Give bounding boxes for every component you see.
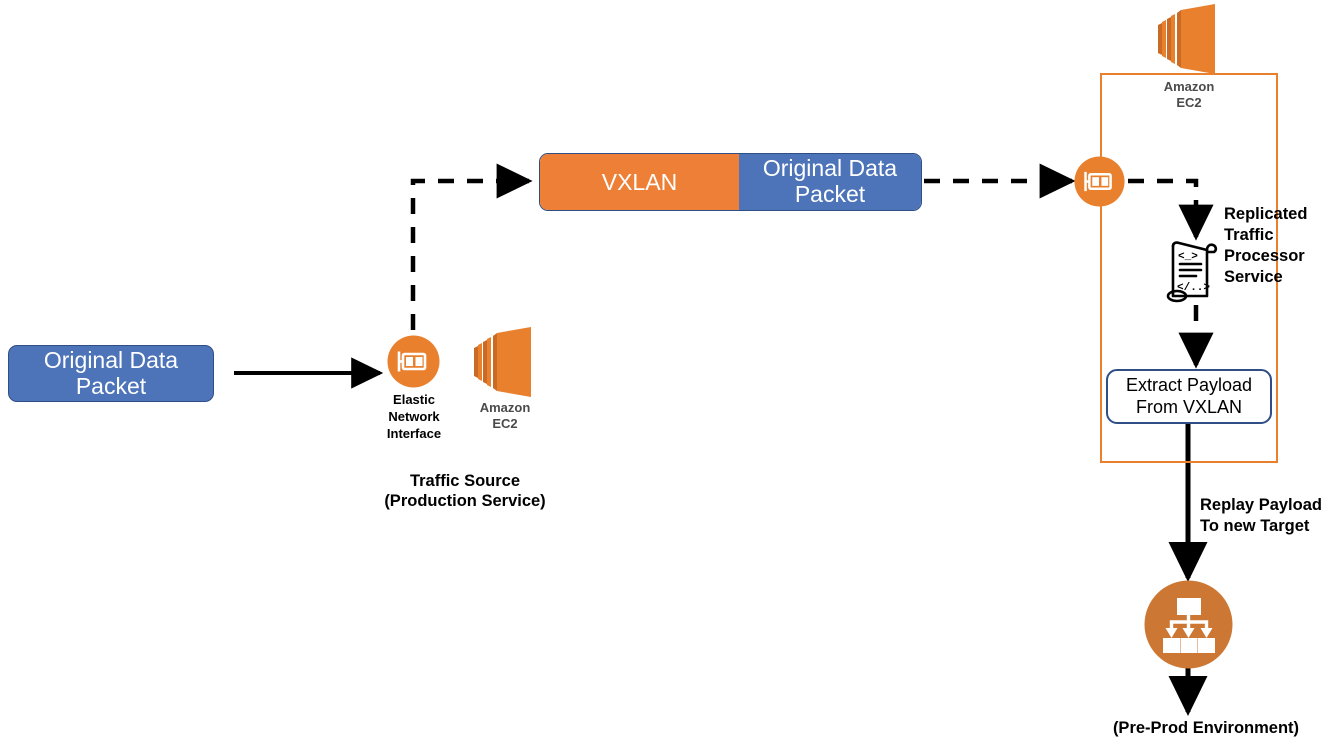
processor-service-group: <_> </..> [1163, 238, 1225, 306]
processor-label-line-1: Replicated [1224, 205, 1308, 223]
replay-label-line-2: To new Target [1200, 517, 1310, 536]
extract-payload-text: Extract Payload From VXLAN [1126, 375, 1252, 417]
amazon-ec2-icon [474, 327, 531, 397]
vxlan-payload-text: Original Data Packet [762, 155, 898, 208]
svg-text:</..>: </..> [1177, 282, 1210, 294]
extract-line-2: From VXLAN [1135, 396, 1243, 417]
vxlan-label: VXLAN [601, 168, 678, 195]
traffic-source-label: Traffic Source (Production Service) [345, 472, 585, 512]
traffic-source-line-2: (Production Service) [384, 491, 546, 510]
amazon-ec2-icon [1158, 4, 1215, 74]
eni-target-group [1073, 155, 1126, 208]
preprod-environment-caption: (Pre-Prod Environment) [1078, 719, 1334, 739]
load-distribution-icon [1144, 580, 1233, 669]
packet-line-1: Original Data [43, 346, 179, 373]
replay-payload-label: Replay Payload To new Target [1200, 495, 1334, 538]
processor-service-label: Replicated Traffic Processor Service [1224, 204, 1334, 288]
vxlan-header-segment: VXLAN [540, 154, 739, 210]
packet-line-2: Packet [75, 372, 147, 399]
eni-source-group [386, 334, 441, 389]
vxlan-payload-segment: Original Data Packet [738, 154, 921, 210]
eni-caption-line-2: Network [388, 408, 440, 424]
extract-line-1: Extract Payload [1125, 375, 1253, 396]
processor-label-line-3: Processor [1224, 247, 1305, 266]
processor-label-line-2: Traffic [1224, 226, 1274, 245]
eni-caption-line-1: Elastic [393, 392, 435, 407]
vxlan-encapsulated-packet: VXLAN Original Data Packet [539, 153, 922, 211]
ec2-target-group [1155, 4, 1223, 74]
preprod-caption-text: (Pre-Prod Environment) [1112, 719, 1300, 737]
ec2-caption-line-1: Amazon [479, 400, 531, 415]
preprod-target-group [1144, 580, 1233, 669]
eni-caption-line-3: Interface [386, 425, 442, 441]
svg-text:<_>: <_> [1178, 251, 1198, 263]
eni-source-caption: Elastic Network Interface [368, 392, 460, 443]
processor-label-line-4: Service [1224, 268, 1283, 287]
replay-label-line-1: Replay Payload [1200, 496, 1322, 514]
script-scroll-icon: <_> </..> [1166, 241, 1218, 303]
dashed-eni-to-vxlan [410, 163, 533, 330]
elastic-network-interface-icon [387, 335, 440, 388]
ec2-source-caption: Amazon EC2 [462, 400, 548, 433]
original-data-packet-box: Original Data Packet [8, 345, 214, 402]
elastic-network-interface-icon [1074, 156, 1125, 207]
ec2-target-caption-line-1: Amazon [1163, 79, 1215, 94]
ec2-source-group [471, 327, 539, 397]
diagram-canvas: Original Data Packet VXLAN Original Data… [0, 0, 1334, 752]
extract-payload-box: Extract Payload From VXLAN [1106, 369, 1272, 424]
ec2-target-caption: Amazon EC2 [1146, 79, 1232, 112]
payload-line-1: Original Data [762, 155, 898, 182]
ec2-target-caption-line-2: EC2 [1176, 95, 1202, 111]
ec2-caption-line-2: EC2 [492, 416, 518, 432]
original-data-packet-text: Original Data Packet [43, 346, 179, 400]
payload-line-2: Packet [794, 181, 866, 207]
traffic-source-line-1: Traffic Source [409, 472, 521, 490]
